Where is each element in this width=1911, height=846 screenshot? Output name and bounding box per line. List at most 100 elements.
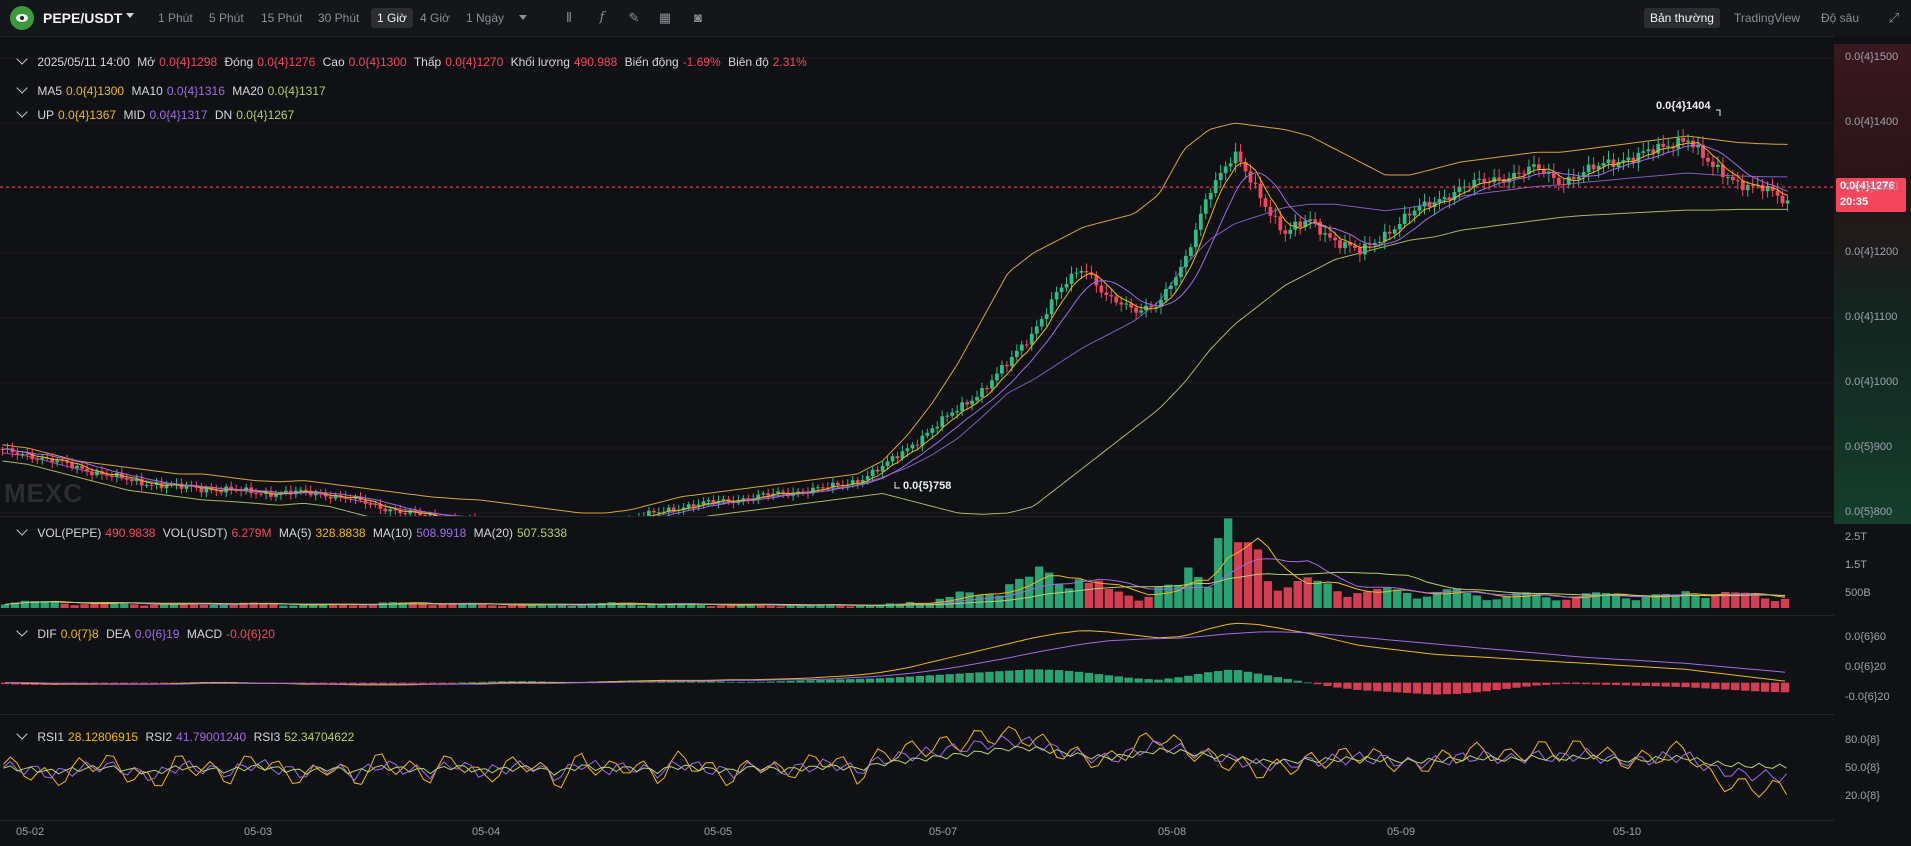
candle-body [129, 479, 134, 482]
macd-bar [488, 681, 497, 683]
macd-bar [140, 682, 149, 684]
volume-bar [1472, 595, 1481, 608]
candle-body [1248, 171, 1253, 183]
volume-bar [1054, 584, 1064, 608]
macd-bar [995, 671, 1004, 683]
macd-bar [1522, 682, 1531, 687]
macd-bar [1770, 682, 1780, 693]
collapse-chevron-icon[interactable] [16, 728, 28, 740]
rsi1-value: 28.12806915 [68, 730, 139, 744]
volume-bar [1532, 595, 1541, 608]
mode-basic[interactable]: Bản thường [1644, 8, 1720, 28]
macd-bar [1373, 682, 1382, 692]
candle-body [656, 512, 661, 514]
collapse-chevron-icon[interactable] [16, 82, 28, 94]
macd-bar [1054, 670, 1064, 683]
volume-bar [1104, 588, 1113, 608]
time-tick-label: 05-09 [1387, 826, 1416, 838]
candle-body [298, 489, 303, 491]
collapse-chevron-icon[interactable] [16, 53, 28, 65]
symbol-chevron-down-icon[interactable] [126, 13, 134, 18]
volume-bar [1343, 596, 1352, 608]
macd-bar [955, 673, 964, 683]
collapse-chevron-icon[interactable] [16, 106, 28, 118]
candle-body [1706, 157, 1710, 162]
candle-body [1024, 344, 1029, 346]
macd-bar [1562, 682, 1571, 685]
candle-body [1422, 201, 1427, 207]
candle-body [1074, 272, 1079, 274]
tab-1m[interactable]: 1 Phút [152, 8, 199, 28]
timeframe-chevron-down-icon[interactable] [519, 15, 527, 20]
candle-body [1626, 157, 1631, 161]
macd-bar [826, 679, 835, 683]
candle-body [1004, 365, 1009, 367]
tab-1h[interactable]: 1 Giờ [371, 8, 413, 28]
indicator-fx-icon[interactable]: f [594, 10, 610, 26]
macd-bar [1283, 678, 1292, 683]
candle-body [1676, 137, 1681, 149]
tab-1d[interactable]: 1 Ngày [460, 8, 510, 28]
volume-bar [1393, 589, 1402, 608]
layout-grid-icon[interactable]: ▦ [657, 10, 673, 26]
rsi-line-rsi3 [3, 745, 1787, 776]
candle-body [1611, 159, 1616, 168]
fullscreen-icon[interactable]: ⤢ [1886, 10, 1902, 26]
rsi3-value: 52.34704622 [284, 730, 355, 744]
price-tick-label: 0.0{4}1500 [1845, 51, 1899, 63]
macd-bar [1184, 675, 1193, 683]
volume-bar [567, 606, 576, 608]
low-annotation: 0.0{5}758 [903, 480, 952, 492]
volume-bar [70, 605, 79, 608]
symbol-title[interactable]: PEPE/USDT [43, 10, 122, 26]
pencil-icon[interactable]: ✎ [626, 10, 642, 26]
tab-4h[interactable]: 4 Giờ [414, 8, 456, 28]
tab-15m[interactable]: 15 Phút [255, 8, 308, 28]
collapse-chevron-icon[interactable] [16, 625, 28, 637]
macd-bar [1621, 682, 1631, 686]
mode-tradingview[interactable]: TradingView [1728, 8, 1806, 28]
candle-body [1387, 231, 1392, 234]
pane-separator[interactable] [0, 516, 1834, 517]
candle-body [1442, 197, 1447, 200]
macd-bar [120, 682, 129, 684]
ma5-line [2, 141, 1788, 516]
price-tick-label: 0.0{5}800 [1845, 506, 1893, 518]
amplitude-value: 2.31% [772, 55, 807, 69]
macd-bar [1651, 682, 1660, 687]
mode-depth[interactable]: Độ sâu [1815, 8, 1865, 28]
volume-bar [388, 602, 397, 608]
macd-bar [478, 681, 487, 683]
candle-body [40, 457, 45, 460]
volume-bar [378, 602, 388, 608]
camera-icon[interactable]: ◙ [690, 10, 706, 26]
collapse-chevron-icon[interactable] [16, 524, 28, 536]
candle-body [985, 388, 989, 390]
candle-body [1134, 307, 1139, 313]
candle-body [1477, 178, 1482, 180]
candle-body [1029, 333, 1034, 345]
macd-bar [1641, 682, 1650, 686]
tab-5m[interactable]: 5 Phút [203, 8, 250, 28]
pane-separator[interactable] [0, 615, 1834, 616]
macd-bar [1194, 673, 1203, 683]
candle-body [1686, 140, 1690, 142]
volume-bar [209, 604, 218, 608]
candle-type-icon[interactable]: ⫴ [561, 10, 577, 26]
rsi-tick-label: 80.0{8} [1845, 733, 1880, 746]
time-tick-label: 05-07 [929, 826, 958, 838]
candle-body [995, 373, 999, 381]
candle-body [1188, 247, 1193, 256]
candle-body [388, 509, 393, 512]
macd-bar [985, 671, 994, 683]
candle-body [940, 416, 945, 427]
pane-separator[interactable] [0, 714, 1834, 715]
candle-body [1358, 247, 1362, 255]
candle-body [403, 513, 408, 515]
volume-bar [1701, 597, 1710, 608]
volume-bar [1313, 580, 1322, 608]
volume-bar [20, 600, 30, 608]
tab-30m[interactable]: 30 Phút [312, 8, 365, 28]
candle-body [1283, 230, 1288, 234]
candle-body [855, 480, 860, 484]
